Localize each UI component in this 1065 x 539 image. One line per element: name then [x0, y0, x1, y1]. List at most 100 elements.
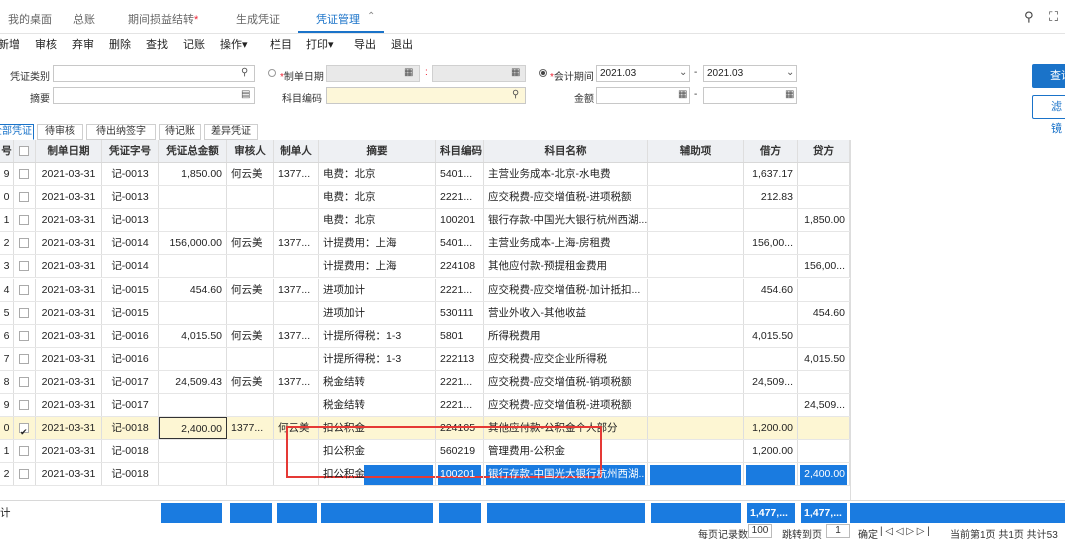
table-row[interactable]: 4 2021-03-31 记-0015 454.60 何云美 1377... 进项加计 222…: [0, 278, 850, 302]
subtab-difference-voucher[interactable]: 差异凭证: [204, 124, 258, 140]
table-row[interactable]: 3 2021-03-31 记-0014 计提费用：上海 224108 其他应付款-预提租金…: [0, 255, 850, 279]
row-checkbox[interactable]: [19, 446, 29, 457]
table-row[interactable]: 6 2021-03-31 记-0016 4,015.50 何云美 1377... 计提所得税…: [0, 324, 850, 348]
calculator-icon[interactable]: ▦: [678, 89, 687, 100]
row-maker: [274, 394, 319, 417]
row-voucher-no: 记-0018: [102, 463, 159, 486]
row-checkbox[interactable]: [19, 261, 29, 272]
row-checkbox[interactable]: [19, 353, 29, 364]
row-checkbox[interactable]: [19, 238, 29, 249]
row-checkbox[interactable]: [19, 169, 29, 179]
table-row[interactable]: 5 2021-03-31 记-0015 进项加计 530111 营业外收入-其他收益 454…: [0, 301, 850, 325]
export-button[interactable]: 导出: [354, 36, 376, 52]
query-button[interactable]: 查询: [1032, 64, 1065, 88]
amount-from-input[interactable]: [596, 87, 690, 104]
table-row[interactable]: 9 2021-03-31 记-0017 税金结转 2221... 应交税费-应交增值税-进…: [0, 394, 850, 418]
row-voucher-no: 记-0018: [102, 440, 159, 463]
date-separator: :: [425, 67, 428, 78]
tab-period-transfer[interactable]: 期间损益结转*: [128, 11, 198, 27]
row-debit: 212.83: [744, 186, 798, 209]
chevron-down-icon[interactable]: ⌄: [786, 67, 794, 78]
audit-button[interactable]: 审核: [35, 36, 57, 52]
row-no: 2: [0, 463, 14, 486]
table-row[interactable]: 7 2021-03-31 记-0016 计提所得税：1-3 222113 应交税费-应交企…: [0, 347, 850, 371]
row-summary: 电费：北京: [319, 186, 436, 209]
row-credit: 24,509...: [798, 394, 850, 417]
row-auxiliary: [648, 370, 744, 393]
filter-button[interactable]: 滤镜: [1032, 95, 1065, 135]
col-voucher-no: 凭证字号: [102, 140, 159, 162]
subtab-all-vouchers[interactable]: 全部凭证: [0, 124, 34, 140]
calculator-icon[interactable]: ▦: [785, 89, 794, 100]
page-nav-icons[interactable]: | ◁ ◁ ▷ ▷ |: [880, 526, 930, 537]
summary-input[interactable]: [53, 87, 255, 104]
amount-to-input[interactable]: [703, 87, 797, 104]
exit-button[interactable]: 退出: [391, 36, 413, 52]
tab-desktop[interactable]: 我的桌面: [8, 11, 52, 27]
table-row[interactable]: 8 2021-03-31 记-0017 24,509.43 何云美 1377... 税金结转…: [0, 370, 850, 394]
row-account-name: 所得税费用: [484, 324, 648, 347]
document-icon[interactable]: ▤: [241, 89, 250, 100]
period-label: *会计期间: [550, 68, 594, 83]
period-radio[interactable]: [539, 69, 547, 77]
row-auditor: [227, 347, 274, 370]
row-total[interactable]: 2,400.00: [159, 417, 227, 440]
table-row[interactable]: 2 2021-03-31 记-0014 156,000.00 何云美 1377... 计提费…: [0, 232, 850, 256]
search-icon[interactable]: ⚲: [241, 67, 248, 78]
operate-menu[interactable]: 操作▾: [220, 36, 248, 52]
row-checkbox[interactable]: [19, 469, 29, 480]
col-debit: 借方: [744, 140, 798, 162]
row-checkbox[interactable]: [19, 192, 29, 203]
row-auxiliary: [648, 440, 744, 463]
row-auditor: 何云美: [227, 232, 274, 255]
per-page-input[interactable]: 100: [748, 524, 772, 538]
table-row[interactable]: 0 2021-03-31 记-0013 电费：北京 2221... 应交税费-应交增值税-…: [0, 186, 850, 210]
row-checkbox[interactable]: [19, 284, 29, 295]
row-summary: 进项加计: [319, 278, 436, 301]
add-button[interactable]: 新增: [0, 36, 20, 52]
subtab-pending-cashier-sign[interactable]: 待出纳签字: [86, 124, 156, 140]
row-checkbox[interactable]: [19, 421, 29, 439]
select-all-checkbox[interactable]: [19, 146, 29, 156]
row-checkbox[interactable]: [19, 330, 29, 341]
unaudit-button[interactable]: 弃审: [72, 36, 94, 52]
confirm-button[interactable]: 确定: [858, 526, 878, 539]
period-from-select[interactable]: 2021.03: [596, 65, 690, 82]
print-menu[interactable]: 打印▾: [306, 36, 334, 52]
subtab-pending-audit[interactable]: 待审核: [37, 124, 83, 140]
row-select: [14, 370, 36, 393]
date-radio[interactable]: [268, 69, 276, 77]
account-code-input[interactable]: [326, 87, 526, 104]
tab-voucher-management[interactable]: 凭证管理: [316, 11, 360, 27]
row-credit: [798, 232, 850, 255]
table-row[interactable]: 9 2021-03-31 记-0013 1,850.00 何云美 1377... 电费：北京…: [0, 163, 850, 187]
row-checkbox[interactable]: [19, 376, 29, 387]
row-checkbox[interactable]: [19, 215, 29, 226]
row-voucher-no: 记-0014: [102, 255, 159, 278]
row-checkbox[interactable]: [19, 307, 29, 318]
search-icon[interactable]: ⚲: [512, 89, 519, 100]
subtab-pending-post[interactable]: 待记账: [159, 124, 201, 140]
search-icon[interactable]: ⚲: [1024, 9, 1034, 25]
table-row[interactable]: 2 2021-03-31 记-0018 扣公积金 100201 银行存款-中国光大银行杭州…: [0, 463, 850, 487]
calendar-icon[interactable]: ▦: [511, 67, 520, 78]
delete-button[interactable]: 删除: [109, 36, 131, 52]
columns-button[interactable]: 栏目: [270, 36, 292, 52]
row-no: 5: [0, 301, 14, 324]
chevron-down-icon[interactable]: ⌄: [679, 67, 687, 78]
post-button[interactable]: 记账: [183, 36, 205, 52]
table-row[interactable]: 1 2021-03-31 记-0013 电费：北京 100201 银行存款-中国光大银行杭…: [0, 209, 850, 233]
find-button[interactable]: 查找: [146, 36, 168, 52]
fullscreen-icon[interactable]: ⛶: [1049, 9, 1058, 25]
tab-generate-voucher[interactable]: 生成凭证: [236, 11, 280, 27]
collapse-icon[interactable]: ⌃: [367, 11, 375, 22]
page-info: 当前第1页 共1页 共计53: [950, 530, 1058, 539]
tab-ledger[interactable]: 总账: [73, 11, 95, 27]
row-maker: [274, 347, 319, 370]
period-to-select[interactable]: 2021.03: [703, 65, 797, 82]
row-checkbox[interactable]: [19, 400, 29, 410]
row-account-name: 营业外收入-其他收益: [484, 301, 648, 324]
jump-page-input[interactable]: 1: [826, 524, 850, 538]
calendar-icon[interactable]: ▦: [404, 67, 413, 78]
voucher-type-input[interactable]: [53, 65, 255, 82]
